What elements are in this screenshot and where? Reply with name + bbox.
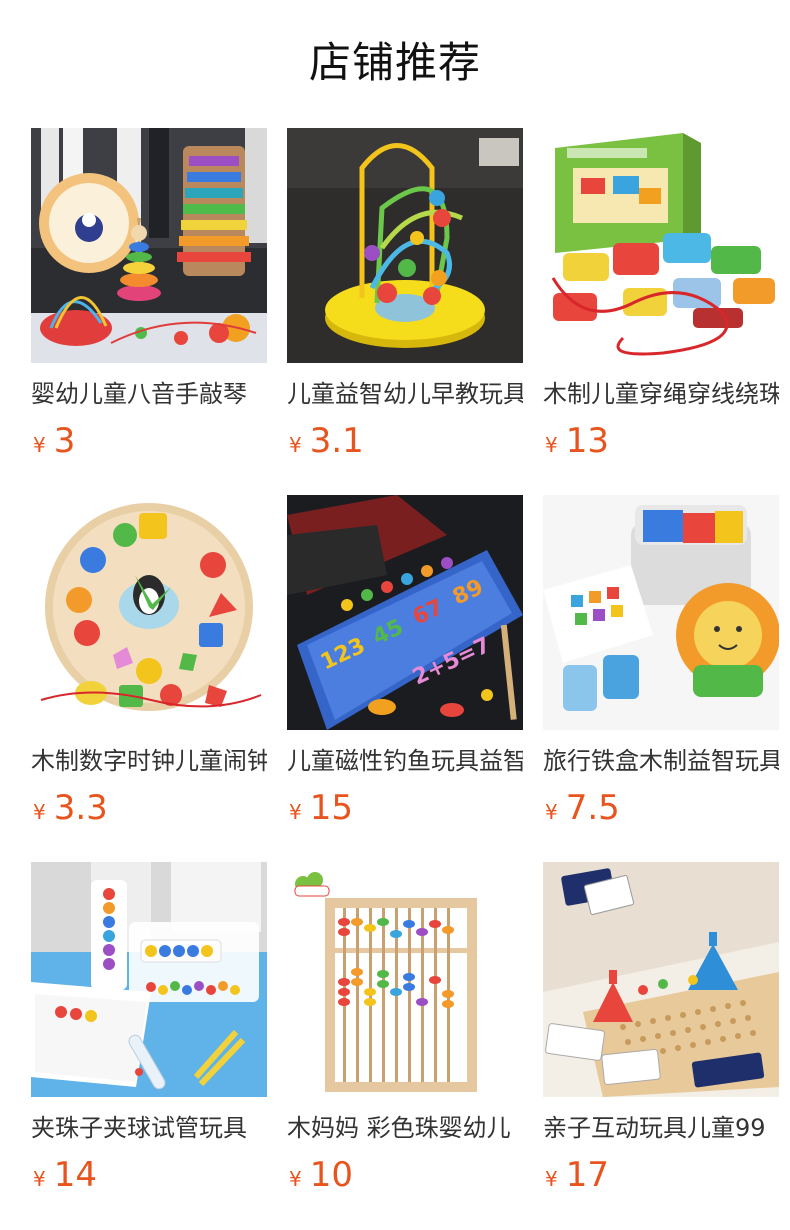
price-amount: 17: [565, 1155, 609, 1195]
currency-symbol: ¥: [33, 1167, 46, 1191]
product-price: ¥ 17: [543, 1153, 779, 1197]
product-image[interactable]: [31, 495, 267, 730]
currency-symbol: ¥: [289, 433, 302, 457]
wooden-clock-toy-photo: [31, 495, 267, 730]
xylophone-toy-set-photo: [31, 128, 267, 363]
magnetic-fishing-board-photo: 123 45 67 89 2+5=7: [287, 495, 523, 730]
currency-symbol: ¥: [545, 433, 558, 457]
product-card[interactable]: 婴幼儿童八音手敲琴 ¥ 3: [31, 128, 267, 495]
currency-symbol: ¥: [33, 433, 46, 457]
product-name[interactable]: 夹珠子夹球试管玩具: [31, 1111, 267, 1145]
bead-maze-toy-photo: [287, 128, 523, 363]
wooden-abacus-photo: [287, 862, 523, 1097]
product-name[interactable]: 木妈妈 彩色珠婴幼儿: [287, 1111, 523, 1145]
price-amount: 3.3: [53, 788, 108, 828]
product-image[interactable]: [543, 862, 779, 1097]
product-name[interactable]: 木制数字时钟儿童闹钟: [31, 744, 267, 778]
price-amount: 14: [53, 1155, 97, 1195]
product-card[interactable]: 木妈妈 彩色珠婴幼儿 ¥ 10: [287, 862, 523, 1229]
bead-tweezer-tube-toy-photo: [31, 862, 267, 1097]
product-card[interactable]: 123 45 67 89 2+5=7 儿童磁性钓鱼玩具益智 ¥ 15: [287, 495, 523, 862]
product-name[interactable]: 儿童益智幼儿早教玩具: [287, 377, 523, 411]
product-image[interactable]: [31, 862, 267, 1097]
product-price: ¥ 10: [287, 1153, 523, 1197]
travel-tin-puzzle-photo: [543, 495, 779, 730]
price-amount: 3: [53, 421, 76, 461]
product-name[interactable]: 旅行铁盒木制益智玩具: [543, 744, 779, 778]
product-card[interactable]: 儿童益智幼儿早教玩具 ¥ 3.1: [287, 128, 523, 495]
product-image[interactable]: [287, 862, 523, 1097]
product-price: ¥ 3: [31, 419, 267, 463]
section-title: 店铺推荐: [308, 38, 481, 87]
product-grid: 婴幼儿童八音手敲琴 ¥ 3 儿童益智幼儿早教玩具 ¥ 3.1 木制儿童穿绳穿线绕…: [31, 128, 779, 1229]
store-recommendation-page: 店铺推荐 婴幼儿童八音手敲琴 ¥ 3 儿童益智幼儿早教玩具 ¥ 3.1 木制儿童…: [0, 0, 790, 1230]
price-amount: 13: [565, 421, 609, 461]
product-card[interactable]: 旅行铁盒木制益智玩具 ¥ 7.5: [543, 495, 779, 862]
price-amount: 7.5: [565, 788, 620, 828]
currency-symbol: ¥: [33, 800, 46, 824]
product-image[interactable]: [543, 128, 779, 363]
product-price: ¥ 3.3: [31, 786, 267, 830]
product-name[interactable]: 亲子互动玩具儿童99: [543, 1111, 779, 1145]
product-name[interactable]: 木制儿童穿绳穿线绕珠: [543, 377, 779, 411]
product-card[interactable]: 木制数字时钟儿童闹钟 ¥ 3.3: [31, 495, 267, 862]
product-price: ¥ 14: [31, 1153, 267, 1197]
parent-child-board-game-photo: [543, 862, 779, 1097]
product-price: ¥ 3.1: [287, 419, 523, 463]
product-image[interactable]: [543, 495, 779, 730]
product-card[interactable]: 夹珠子夹球试管玩具 ¥ 14: [31, 862, 267, 1229]
product-image[interactable]: [31, 128, 267, 363]
currency-symbol: ¥: [289, 1167, 302, 1191]
currency-symbol: ¥: [545, 1167, 558, 1191]
currency-symbol: ¥: [289, 800, 302, 824]
product-card[interactable]: 亲子互动玩具儿童99 ¥ 17: [543, 862, 779, 1229]
product-price: ¥ 7.5: [543, 786, 779, 830]
product-name[interactable]: 婴幼儿童八音手敲琴: [31, 377, 267, 411]
product-image[interactable]: 123 45 67 89 2+5=7: [287, 495, 523, 730]
currency-symbol: ¥: [545, 800, 558, 824]
price-amount: 15: [309, 788, 353, 828]
price-amount: 3.1: [309, 421, 364, 461]
product-card[interactable]: 木制儿童穿绳穿线绕珠 ¥ 13: [543, 128, 779, 495]
product-name[interactable]: 儿童磁性钓鱼玩具益智: [287, 744, 523, 778]
product-price: ¥ 15: [287, 786, 523, 830]
price-amount: 10: [309, 1155, 353, 1195]
product-price: ¥ 13: [543, 419, 779, 463]
product-image[interactable]: [287, 128, 523, 363]
lacing-blocks-toy-photo: [543, 128, 779, 363]
